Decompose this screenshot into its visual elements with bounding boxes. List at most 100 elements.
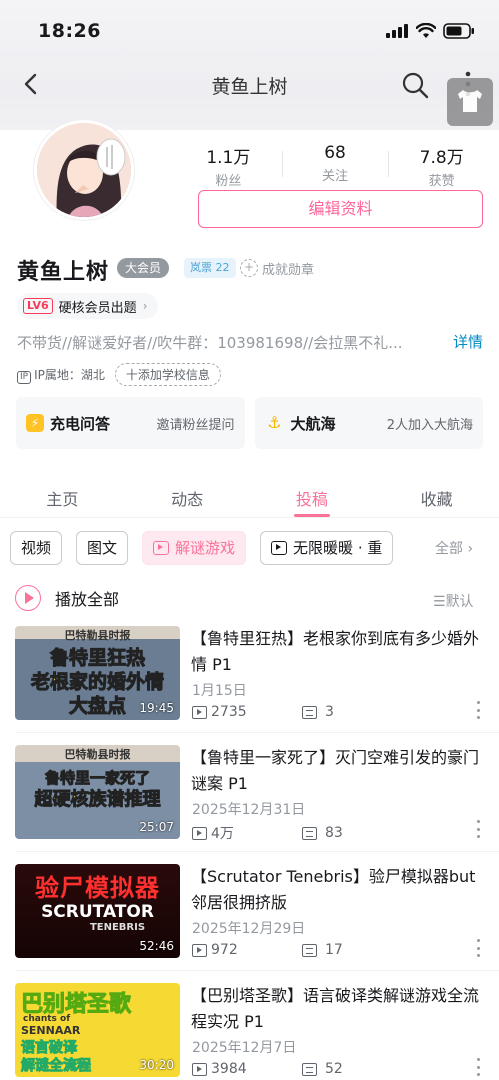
all-filters-label: 全部	[435, 541, 463, 557]
tab-uploads[interactable]: 投稿	[250, 470, 375, 517]
video-stats: 972 17	[192, 942, 343, 958]
chevron-right-icon: ›	[467, 541, 474, 557]
tab-home[interactable]: 主页	[0, 470, 125, 517]
video-date: 2025年12月31日	[192, 802, 306, 818]
anchor-icon: ⚓	[267, 413, 282, 432]
play-circle-icon	[15, 585, 41, 611]
filter-collection-infinity[interactable]: 无限暖暖 · 重	[260, 531, 394, 565]
chevron-right-icon: ›	[142, 299, 148, 313]
edit-profile-button[interactable]: 编辑资料	[198, 190, 483, 228]
video-more-icon[interactable]	[475, 939, 481, 957]
play-count-icon	[192, 705, 207, 719]
divider	[15, 851, 499, 852]
ip-icon: IP	[17, 370, 32, 384]
video-date: 2025年12月7日	[192, 1040, 297, 1056]
video-duration: 25:07	[139, 820, 174, 834]
level-text: 硬核会员出题	[58, 300, 137, 316]
tab-dynamics[interactable]: 动态	[125, 470, 250, 517]
thumbnail-caption: 超硬核族谱推理	[34, 789, 161, 811]
all-filters-link[interactable]: 全部 ›	[423, 536, 499, 562]
stat-following[interactable]: 68 关注	[281, 143, 389, 184]
thumbnail-caption: 验尸模拟器	[35, 874, 160, 902]
video-item[interactable]: 巴特勒县时报 鲁特里狂热 老根家的婚外情 大盘点 19:45 【鲁特里狂热】老根…	[15, 626, 485, 722]
guard-card[interactable]: ⚓ 大航海 2人加入大航海	[254, 397, 483, 449]
sort-button[interactable]: ☰默认	[433, 591, 474, 611]
achievement-medal-link[interactable]: + 成就勋章	[240, 256, 314, 280]
bio-text: 不带货//解谜爱好者//吹牛群：103981698//会拉黑不礼...	[17, 334, 403, 352]
stat-label: 获赞	[428, 174, 455, 189]
play-count: 3984	[211, 1061, 247, 1077]
stat-value: 7.8万	[419, 148, 464, 168]
play-all-button[interactable]: 播放全部	[15, 585, 119, 611]
video-date: 1月15日	[192, 683, 247, 699]
stat-label: 关注	[322, 169, 349, 184]
status-time: 18:26	[38, 20, 101, 42]
bio-detail-link[interactable]: 详情	[453, 331, 483, 352]
filter-label: 无限暖暖 · 重	[293, 539, 383, 557]
video-title[interactable]: 【巴别塔圣歌】语言破译类解谜游戏全流程实况 P1	[191, 983, 481, 1035]
video-more-icon[interactable]	[475, 1058, 481, 1076]
video-thumbnail[interactable]: 验尸模拟器 SCRUTATOR TENEBRIS 52:46	[15, 864, 180, 958]
filter-label: 解谜游戏	[175, 539, 236, 557]
ip-label: IP属地：湖北	[34, 367, 105, 382]
video-title[interactable]: 【鲁特里狂热】老根家你到底有多少婚外情 P1	[191, 626, 481, 678]
card-subtitle: 邀请粉丝提问	[156, 417, 235, 433]
stat-fans[interactable]: 1.1万 粉丝	[175, 143, 282, 189]
ip-location: IP IP属地：湖北	[17, 366, 105, 384]
vip-badge[interactable]: 大会员	[117, 258, 170, 278]
video-more-icon[interactable]	[475, 701, 481, 719]
video-stats: 3984 52	[192, 1061, 343, 1077]
profile-tabs: 主页 动态 投稿 收藏	[0, 470, 499, 518]
thumbnail-header: 巴特勒县时报	[64, 748, 131, 761]
filter-article[interactable]: 图文	[76, 531, 129, 565]
video-title[interactable]: 【鲁特里一家死了】灭门空难引发的豪门谜案 P1	[191, 745, 481, 797]
avatar[interactable]	[34, 120, 134, 220]
card-title: 大航海	[290, 414, 336, 433]
status-bar: 18:26	[0, 0, 499, 60]
tshirt-icon	[458, 90, 482, 112]
ip-row: IP IP属地：湖北 十添加学校信息	[17, 363, 221, 386]
add-school-button[interactable]: 十添加学校信息	[114, 363, 221, 386]
danmaku-icon	[302, 826, 317, 840]
play-count: 2735	[211, 704, 247, 720]
level-row[interactable]: LV6 硬核会员出题 ›	[17, 293, 158, 319]
video-thumbnail[interactable]: 巴特勒县时报 鲁特里一家死了 超硬核族谱推理 25:07	[15, 745, 180, 839]
collection-icon	[271, 541, 288, 555]
video-more-icon[interactable]	[475, 820, 481, 838]
thumbnail-header: 巴特勒县时报	[64, 629, 131, 642]
video-duration: 30:20	[139, 1058, 174, 1072]
medal-label: 成就勋章	[262, 262, 315, 278]
play-count-icon	[192, 1062, 207, 1076]
cellular-signal-icon	[386, 24, 408, 38]
thumbnail-caption: SENNAAR	[21, 1024, 81, 1037]
danmaku-icon	[302, 1062, 317, 1076]
search-icon[interactable]	[400, 70, 430, 100]
video-title[interactable]: 【Scrutator Tenebris】验尸模拟器but 邻居很拥挤版	[191, 864, 481, 916]
video-item[interactable]: 验尸模拟器 SCRUTATOR TENEBRIS 52:46 【Scrutato…	[15, 864, 485, 960]
ticket-badge[interactable]: 岚票 22	[184, 258, 236, 278]
play-count-icon	[192, 826, 207, 840]
filter-collection-puzzle[interactable]: 解谜游戏	[142, 531, 247, 565]
level-tag: LV6	[23, 298, 53, 314]
danmaku-icon	[302, 943, 317, 957]
wifi-icon	[416, 23, 436, 38]
thumbnail-caption: TENEBRIS	[89, 922, 146, 933]
stat-likes[interactable]: 7.8万 获赞	[388, 143, 495, 189]
collection-icon	[153, 541, 170, 555]
video-thumbnail[interactable]: 巴别塔圣歌 chants of SENNAAR 语言破译 解谜全流程 30:20	[15, 983, 180, 1077]
stat-value: 1.1万	[206, 148, 251, 168]
stat-value: 68	[324, 143, 346, 163]
medal-add-icon: +	[240, 259, 258, 277]
thumbnail-caption: 老根家的婚外情	[30, 671, 164, 694]
lightning-icon: ⚡	[26, 414, 44, 432]
video-item[interactable]: 巴特勒县时报 鲁特里一家死了 超硬核族谱推理 25:07 【鲁特里一家死了】灭门…	[15, 745, 485, 842]
charge-qa-card[interactable]: ⚡ 充电问答 邀请粉丝提问	[16, 397, 245, 449]
thumbnail-caption: SCRUTATOR	[41, 902, 154, 922]
filter-video[interactable]: 视频	[10, 531, 63, 565]
video-thumbnail[interactable]: 巴特勒县时报 鲁特里狂热 老根家的婚外情 大盘点 19:45	[15, 626, 180, 720]
space-skin-button[interactable]	[447, 78, 493, 126]
thumbnail-caption: 鲁特里狂热	[49, 647, 145, 670]
tab-favorites[interactable]: 收藏	[374, 470, 499, 517]
feature-cards: ⚡ 充电问答 邀请粉丝提问 ⚓ 大航海 2人加入大航海	[16, 397, 483, 449]
video-item[interactable]: 巴别塔圣歌 chants of SENNAAR 语言破译 解谜全流程 30:20…	[15, 983, 485, 1079]
